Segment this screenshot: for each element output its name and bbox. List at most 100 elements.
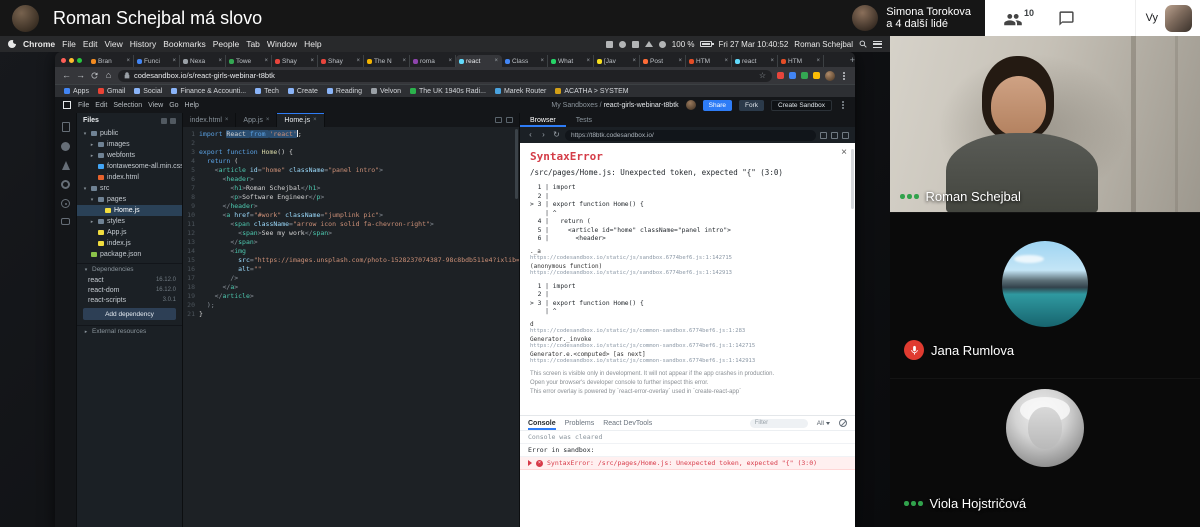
menubar-clock[interactable]: Fri 27 Mar 10:40:52 (718, 40, 788, 49)
display-icon[interactable] (618, 40, 626, 48)
tab-close-icon[interactable]: × (632, 58, 636, 64)
mac-menu-help[interactable]: Help (304, 39, 321, 49)
new-folder-icon[interactable] (170, 117, 176, 124)
browser-tab[interactable]: What × (548, 55, 594, 67)
tab-close-icon[interactable]: × (586, 58, 590, 64)
tab-close-icon[interactable]: × (494, 58, 498, 64)
code-area[interactable]: 1 import React from 'react'; 2 3 export func… (183, 127, 519, 527)
explorer-icon[interactable] (61, 122, 70, 132)
preview-back-button[interactable]: ‹ (526, 131, 535, 139)
self-view[interactable]: Vy (1134, 0, 1200, 36)
participant-video-jana[interactable]: Jana Rumlova (890, 212, 1200, 378)
expand-arrow-icon[interactable] (528, 460, 532, 466)
more-menu-icon[interactable] (842, 104, 844, 106)
file-tree-item[interactable]: index.js (77, 238, 182, 249)
csb-menu-go[interactable]: Go (169, 102, 178, 109)
screen-mirroring-icon[interactable] (605, 40, 613, 48)
mac-menu-tab[interactable]: Tab (246, 39, 260, 49)
participants-button[interactable]: 10 (1003, 8, 1034, 26)
preview-scrollbar[interactable] (851, 149, 854, 209)
mac-menu-view[interactable]: View (104, 39, 122, 49)
browser-tab[interactable]: Bran × (88, 55, 134, 67)
fullscreen-icon[interactable] (842, 131, 849, 139)
mac-menu-edit[interactable]: Edit (83, 39, 98, 49)
mac-menu-bookmarks[interactable]: Bookmarks (163, 39, 206, 49)
bookmark-item[interactable]: ACATHA > SYSTEM (555, 88, 629, 95)
window-controls[interactable] (61, 58, 82, 63)
extension-icon[interactable] (813, 72, 820, 79)
browser-tab[interactable]: The N × (364, 55, 410, 67)
file-tree-item[interactable]: fontawesome-all.min.css (77, 161, 182, 172)
preview-tab-tests[interactable]: Tests (566, 113, 602, 127)
tab-close-icon[interactable]: × (770, 58, 774, 64)
bookmark-item[interactable]: The UK 1940s Radi... (410, 88, 486, 95)
stack-link[interactable]: https://codesandbox.io/static/js/common-… (530, 358, 845, 364)
volume-icon[interactable] (658, 40, 666, 48)
file-tree-item[interactable]: ▸ webfonts (77, 150, 182, 161)
console-error-row[interactable]: × SyntaxError: /src/pages/Home.js: Unexp… (520, 457, 855, 470)
file-tree-item[interactable]: index.html (77, 172, 182, 183)
mac-menu-people[interactable]: People (213, 39, 239, 49)
csb-menu-view[interactable]: View (148, 102, 163, 109)
bookmark-item[interactable]: Gmail (97, 88, 125, 95)
new-tab-button[interactable]: + (850, 56, 855, 65)
responsive-mode-icon[interactable] (831, 131, 838, 139)
settings-icon[interactable] (61, 180, 70, 189)
tab-close-icon[interactable]: × (402, 58, 406, 64)
tab-close-icon[interactable]: × (264, 58, 268, 64)
browser-tab[interactable]: Post × (640, 55, 686, 67)
bookmark-item[interactable]: Velvon (370, 88, 401, 95)
tab-close-icon[interactable]: × (126, 58, 130, 64)
github-icon[interactable] (61, 142, 70, 151)
console-tab-react-devtools[interactable]: React DevTools (603, 416, 652, 430)
dependency-row[interactable]: react-dom 16.12.0 (77, 285, 182, 295)
dependency-row[interactable]: react 16.12.0 (77, 275, 182, 285)
tab-close-icon[interactable]: × (266, 117, 270, 123)
tab-close-icon[interactable]: × (172, 58, 176, 64)
add-dependency-button[interactable]: Add dependency (83, 308, 176, 320)
console-filter-input[interactable]: Filter (749, 418, 808, 428)
editor-tab[interactable]: index.html × (183, 113, 237, 127)
tab-close-icon[interactable]: × (448, 58, 452, 64)
console-tab-console[interactable]: Console (528, 416, 556, 430)
editor-tab[interactable]: App.js × (236, 113, 278, 127)
editor-layout-icon[interactable] (506, 117, 513, 123)
extension-icon[interactable] (777, 72, 784, 79)
browser-tab[interactable]: Shay × (318, 55, 364, 67)
bookmark-item[interactable]: Marek Router (494, 88, 546, 95)
minimize-window-icon[interactable] (69, 58, 74, 63)
external-resources-section[interactable]: ▸ External resources (77, 325, 182, 337)
refresh-button[interactable] (90, 71, 99, 80)
file-tree-item[interactable]: ▾ pages (77, 194, 182, 205)
file-tree-item[interactable]: ▾ public (77, 128, 182, 139)
dependencies-section[interactable]: ▾ Dependencies (77, 263, 182, 275)
breadcrumb[interactable]: My Sandboxes / react-girls-webinar-t8btk (551, 102, 678, 109)
tab-close-icon[interactable]: × (724, 58, 728, 64)
browser-tab[interactable]: react × (456, 55, 502, 67)
editor-tab[interactable]: Home.js × (277, 113, 325, 127)
preview-url-bar[interactable]: https://t8btk.codesandbox.io/ (565, 129, 816, 141)
mac-menu-window[interactable]: Window (267, 39, 297, 49)
tab-close-icon[interactable]: × (218, 58, 222, 64)
split-view-icon[interactable] (495, 117, 502, 123)
tab-close-icon[interactable]: × (310, 58, 314, 64)
close-window-icon[interactable] (61, 58, 66, 63)
chat-button[interactable] (1058, 10, 1075, 27)
bookmark-star-icon[interactable]: ☆ (759, 71, 766, 80)
bookmark-item[interactable]: Create (287, 88, 318, 95)
stack-link[interactable]: https://codesandbox.io/static/js/sandbox… (530, 255, 845, 261)
bookmark-item[interactable]: Tech (255, 88, 279, 95)
bookmark-item[interactable]: Reading (326, 88, 362, 95)
file-tree-item[interactable]: ▾ src (77, 183, 182, 194)
notification-center-icon[interactable] (873, 40, 882, 48)
stack-link[interactable]: https://codesandbox.io/static/js/common-… (530, 343, 845, 349)
fork-button[interactable]: Fork (739, 99, 765, 111)
browser-tab[interactable]: Funci × (134, 55, 180, 67)
log-level-dropdown[interactable]: All (817, 420, 830, 427)
extension-icon[interactable] (801, 72, 808, 79)
browser-tab[interactable]: Class × (502, 55, 548, 67)
preview-tab-browser[interactable]: Browser (520, 113, 566, 127)
share-button[interactable]: Share (702, 99, 733, 111)
file-tree-item[interactable]: package.json (77, 249, 182, 260)
bookmark-item[interactable]: Social (134, 88, 162, 95)
